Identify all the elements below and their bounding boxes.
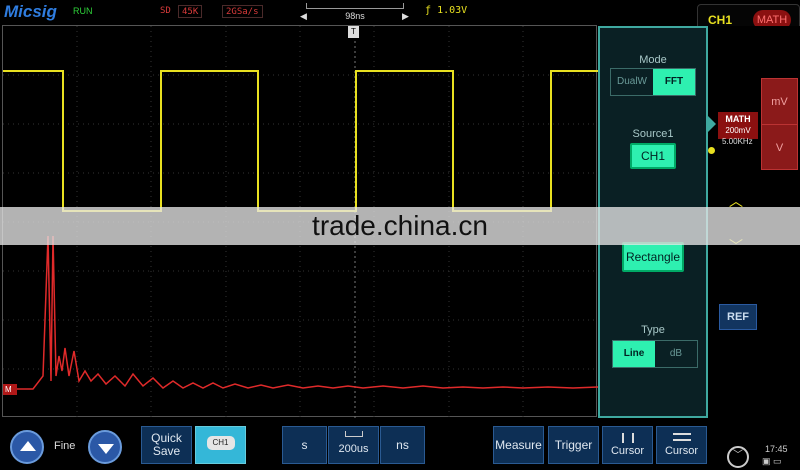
brand-logo: Micsig (4, 2, 57, 21)
timebase-indicator[interactable]: ◀ 98ns ▶ (300, 2, 410, 22)
math-scale: 200mV (725, 126, 751, 135)
ref-button[interactable]: REF (719, 304, 757, 330)
type-option-db[interactable]: dB (655, 341, 697, 367)
scale-unit-control[interactable]: mV V (761, 78, 798, 170)
cursor-vertical-button[interactable]: Cursor (602, 426, 653, 464)
math-badge-label: MATH (725, 114, 751, 124)
ch1-chip: CH1 (206, 436, 235, 450)
clock: 17:45 (765, 444, 788, 454)
expand-icon[interactable]: ﹀ (727, 446, 749, 468)
sample-rate: 2GSa/s (222, 5, 263, 18)
ch1-save-button[interactable]: CH1 (195, 426, 246, 464)
unit-down-button[interactable]: V (762, 125, 797, 171)
type-label: Type (641, 324, 665, 336)
level-dot-icon (708, 147, 715, 154)
memory-depth[interactable]: 45K (178, 5, 203, 18)
trigger-slope-icon: ƒ (425, 5, 432, 16)
trigger-button[interactable]: Trigger (548, 426, 599, 464)
timebase-s-button[interactable]: s (282, 426, 327, 464)
down-arrow-icon (98, 444, 114, 454)
cursor-horizontal-button[interactable]: Cursor (656, 426, 707, 464)
run-state[interactable]: RUN (73, 6, 93, 16)
quick-save-button[interactable]: Quick Save (141, 426, 192, 464)
up-button[interactable] (10, 430, 44, 464)
ch1-select[interactable]: CH1 (708, 13, 732, 27)
timebase-value-button[interactable]: 200us (328, 426, 379, 464)
mode-option-dualw[interactable]: DualW (611, 69, 653, 95)
status-bar: Micsig RUN SD 45K 2GSa/s ◀ 98ns ▶ ƒ 1.03… (0, 0, 800, 24)
sd-indicator: SD (160, 6, 171, 16)
up-arrow-icon (20, 441, 36, 451)
source-label: Source1 (632, 128, 674, 140)
right-arrow-icon[interactable]: ▶ (402, 11, 409, 22)
cursor-vertical-label: Cursor (610, 445, 644, 457)
vertical-cursor-icon (621, 433, 634, 443)
trigger-level-value: 1.03V (437, 5, 468, 16)
math-channel-badge[interactable]: MATH 200mV (718, 112, 758, 139)
timebase-value: 98ns (345, 11, 365, 21)
horizontal-cursor-icon (672, 433, 691, 441)
math-marker[interactable]: M (3, 384, 17, 395)
type-option-line[interactable]: Line (613, 341, 655, 367)
trigger-level[interactable]: ƒ 1.03V (425, 5, 467, 16)
type-toggle[interactable]: Line dB (612, 340, 698, 368)
math-frequency: 5.00KHz (722, 137, 753, 146)
timebase-value-label: 200us (338, 443, 369, 455)
unit-up-button[interactable]: mV (762, 79, 797, 125)
cursor-horizontal-label: Cursor (664, 445, 698, 457)
watermark: trade.china.cn (0, 207, 800, 245)
mode-option-fft[interactable]: FFT (653, 69, 695, 95)
fine-label[interactable]: Fine (54, 440, 75, 452)
status-icons: ▣ ▭ (762, 456, 782, 466)
trigger-marker[interactable]: T (348, 26, 359, 38)
down-button[interactable] (88, 430, 122, 464)
ruler-icon (344, 431, 363, 437)
timebase-ns-button[interactable]: ns (380, 426, 425, 464)
window-button[interactable]: Rectangle (622, 242, 684, 272)
mode-toggle[interactable]: DualW FFT (610, 68, 696, 96)
mode-label: Mode (639, 54, 667, 66)
panel-collapse-icon[interactable] (708, 116, 716, 132)
measure-button[interactable]: Measure (493, 426, 544, 464)
bottom-toolbar: Fine Quick Save CH1 s 200us ns Measure T… (0, 420, 800, 470)
timebase-track (306, 3, 404, 9)
source-button[interactable]: CH1 (630, 143, 676, 169)
